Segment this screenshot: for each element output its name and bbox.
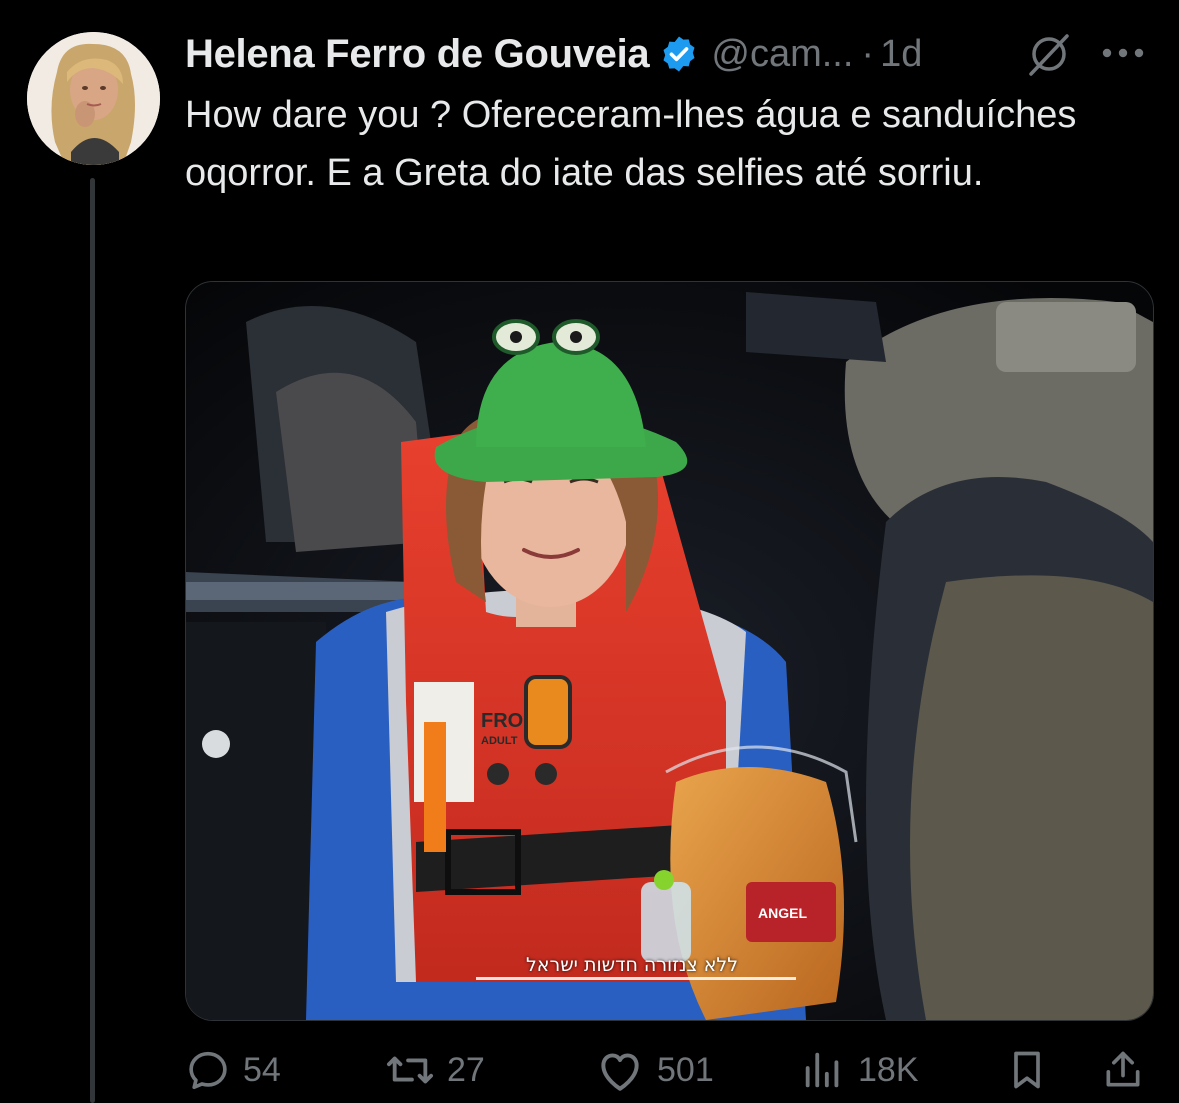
post-header: Helena Ferro de Gouveia @cam... · 1d [185,26,1159,82]
post-actions-bar: 54 27 501 18K [185,1040,1155,1100]
post-timestamp[interactable]: 1d [880,33,922,76]
views-icon [805,1052,839,1088]
repost-count: 27 [447,1050,485,1089]
views-button[interactable]: 18K [800,1040,919,1100]
media-photo: FRO ADULT ANGEL [186,282,1153,1020]
like-count: 501 [657,1050,714,1089]
thread-connector-line [90,178,95,1103]
post-text: How dare you ? Ofereceram-lhes água e sa… [185,94,1077,194]
author-avatar[interactable] [27,32,160,165]
vest-label: FRO [481,710,523,732]
repost-button[interactable]: 27 [385,1040,485,1100]
bookmark-icon [1014,1051,1040,1089]
like-button[interactable]: 501 [595,1040,714,1100]
avatar-photo [27,32,160,165]
reply-count: 54 [243,1050,281,1089]
bookmark-button[interactable] [1005,1040,1049,1100]
media-caption-overlay: ללא צנזורה חדשות ישראל [526,954,739,976]
svg-text:ANGEL: ANGEL [758,905,807,921]
verified-badge-icon [659,34,699,74]
reply-icon [189,1051,227,1090]
post-media-image[interactable]: FRO ADULT ANGEL ללא צנזורה חדשות ישראל [185,281,1154,1021]
reply-button[interactable]: 54 [185,1040,281,1100]
grok-icon[interactable] [1025,30,1073,78]
author-display-name[interactable]: Helena Ferro de Gouveia [185,32,650,77]
meta-separator: · [861,32,875,75]
more-icon[interactable] [1098,38,1148,68]
author-handle[interactable]: @cam... [711,33,853,76]
repost-icon [386,1056,433,1084]
vest-sublabel: ADULT [481,735,518,747]
share-button[interactable] [1101,1040,1145,1100]
heart-icon [601,1053,639,1091]
views-count: 18K [858,1050,919,1089]
share-icon [1106,1051,1140,1087]
